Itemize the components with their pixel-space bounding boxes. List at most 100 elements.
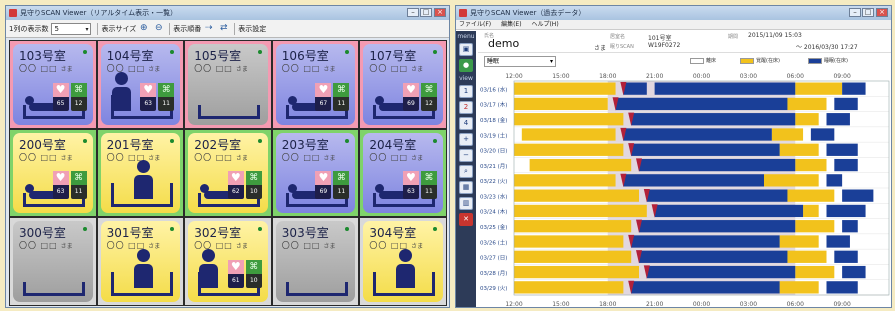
awake-segment (795, 265, 835, 279)
patient-name: 〇〇 □□ さま (107, 63, 161, 74)
sleep-segment (631, 143, 780, 156)
mode-select[interactable]: 睡眠 (484, 56, 556, 67)
awake-segment (795, 220, 835, 233)
room-tile[interactable]: 203号室 〇〇 □□ さま ♥ 69 ⌘ 11 (271, 128, 360, 218)
view-2-button[interactable]: 2 (459, 101, 473, 114)
room-tile[interactable]: 202号室 〇〇 □□ さま ♥ 62 ⌘ 10 (184, 128, 272, 218)
awake-segment (521, 128, 616, 141)
sleep-segment (623, 174, 764, 187)
sleep-segment (654, 204, 804, 218)
awake-segment (787, 97, 827, 111)
period-end: ～ 2016/03/30 17:27 (796, 44, 858, 51)
room-tile[interactable]: 301号室 〇〇 □□ さま (96, 217, 185, 306)
room-name: 200号室 (19, 137, 66, 152)
room-tile[interactable]: 303号室 〇〇 □□ さま (271, 217, 360, 306)
patient-initials: 〇〇 □□ (19, 64, 58, 73)
exit-icon[interactable]: ✕ (459, 213, 473, 226)
close-button[interactable]: × (434, 8, 446, 17)
sleep-segment (623, 128, 772, 141)
lungs-icon: ⌘ (245, 259, 262, 274)
menu-help[interactable]: ヘルプ(H) (531, 21, 558, 28)
menu-file[interactable]: ファイル(F) (459, 21, 491, 28)
room-tile[interactable]: 200号室 〇〇 □□ さま ♥ 63 ⌘ 11 (9, 128, 97, 218)
display-size-label: 表示サイズ (101, 24, 137, 33)
period-start: 2015/11/09 15:03 (748, 32, 802, 39)
device-value: W19F0272 (648, 42, 681, 49)
chart-icon[interactable]: ▥ (459, 197, 473, 210)
room-tile[interactable]: 302号室 〇〇 □□ さま ♥ 61 ⌘ 10 (184, 217, 272, 306)
menu-edit[interactable]: 編集(E) (501, 21, 521, 28)
save-icon[interactable]: ▣ (459, 43, 473, 56)
heart-rate-value: 67 (319, 99, 328, 107)
zoom-in-icon[interactable]: + (459, 133, 473, 146)
respiration-value: 12 (425, 99, 433, 107)
awake-segment (514, 143, 624, 156)
minimize-button[interactable]: – (407, 8, 419, 17)
close-button[interactable]: × (876, 8, 888, 17)
heart-rate-badge: ♥ 62 (227, 171, 244, 200)
right-title-bar: 見守りSCAN Viewer（過去データ） – □ × (456, 6, 891, 20)
sleep-segment (639, 158, 796, 172)
room-tile[interactable]: 201号室 〇〇 □□ さま (96, 128, 185, 218)
room-card: 104号室 〇〇 □□ さま ♥ 63 ⌘ 11 (100, 44, 181, 125)
room-tile[interactable]: 104号室 〇〇 □□ さま ♥ 63 ⌘ 11 (96, 40, 185, 129)
room-tile[interactable]: 107号室 〇〇 □□ さま ♥ 69 ⌘ 12 (359, 40, 447, 129)
awake-segment (514, 235, 624, 248)
calendar-icon[interactable]: ▦ (459, 181, 473, 194)
room-tile[interactable]: 300号室 〇〇 □□ さま (9, 217, 97, 306)
room-tile[interactable]: 103号室 〇〇 □□ さま ♥ 65 ⌘ 12 (9, 40, 97, 129)
sleep-segment (826, 235, 850, 248)
side-panel: menu ▣ ● view 1 2 4 + − ⌕ ▦ ▥ ✕ (456, 31, 476, 307)
zoom-out-icon[interactable]: − (459, 149, 473, 162)
awake-segment (514, 113, 624, 126)
person-sitting-icon (399, 248, 413, 262)
legend-swatch (690, 57, 704, 64)
view-1-button[interactable]: 1 (459, 85, 473, 98)
heart-icon: ♥ (315, 171, 332, 186)
patient-name: 〇〇 □□ さま (19, 240, 73, 251)
order-forward-icon[interactable]: ⇢ (203, 23, 214, 34)
display-settings-button[interactable]: 表示設定 (238, 24, 266, 34)
heart-icon: ♥ (315, 82, 332, 97)
status-dot-icon (82, 50, 87, 54)
zoom-in-icon[interactable]: ⊕ (138, 23, 149, 34)
device-label: 眠りSCAN (610, 44, 634, 50)
maximize-button[interactable]: □ (862, 8, 874, 17)
patient-sama: さま (594, 45, 607, 52)
maximize-button[interactable]: □ (420, 8, 432, 17)
room-card: 106号室 〇〇 □□ さま ♥ 67 ⌘ 11 (275, 44, 356, 125)
status-icon[interactable]: ● (459, 59, 473, 72)
chart-controls: 睡眠 離床 覚醒(在床) 睡眠(在床) (478, 53, 891, 69)
patient-initials: 〇〇 □□ (19, 241, 58, 251)
search-icon[interactable]: ⌕ (459, 165, 473, 178)
person-sitting-icon (136, 248, 150, 262)
patient-name: 〇〇 □□ さま (369, 152, 423, 163)
row-date-label: 03/20 (日) (480, 148, 507, 155)
status-dot-icon (170, 138, 175, 143)
patient-initials: 〇〇 □□ (281, 64, 321, 73)
room-tile[interactable]: 304号室 〇〇 □□ さま (359, 217, 447, 306)
heart-rate-value: 61 (231, 276, 240, 284)
legend-swatch (740, 57, 754, 64)
room-name: 302号室 (194, 226, 242, 241)
zoom-out-icon[interactable]: ⊖ (153, 23, 164, 34)
heart-rate-value: 69 (319, 188, 328, 196)
lungs-icon: ⌘ (333, 82, 350, 97)
room-label: 居室名 (610, 34, 626, 40)
minimize-button[interactable]: – (849, 8, 861, 17)
honorific: さま (148, 66, 161, 73)
room-tile[interactable]: 106号室 〇〇 □□ さま ♥ 67 ⌘ 11 (271, 40, 360, 129)
room-tile[interactable]: 204号室 〇〇 □□ さま ♥ 63 ⌘ 11 (359, 128, 447, 218)
respiration-badge: ⌘ 11 (333, 82, 350, 111)
patient-name: 〇〇 □□ さま (282, 63, 336, 74)
patient-initials: 〇〇 □□ (19, 152, 58, 162)
patient-initials: 〇〇 □□ (194, 152, 233, 162)
honorific: さま (323, 66, 336, 73)
order-swap-icon[interactable]: ⇄ (218, 23, 229, 34)
rows-per-line-select[interactable]: 5 (51, 22, 92, 35)
patient-name: 〇〇 □□ さま (19, 152, 73, 163)
view-4-button[interactable]: 4 (459, 117, 473, 130)
room-tile[interactable]: 105号室 〇〇 □□ さま (184, 40, 272, 129)
respiration-badge: ⌘ 11 (333, 171, 350, 200)
awake-segment (514, 220, 632, 233)
